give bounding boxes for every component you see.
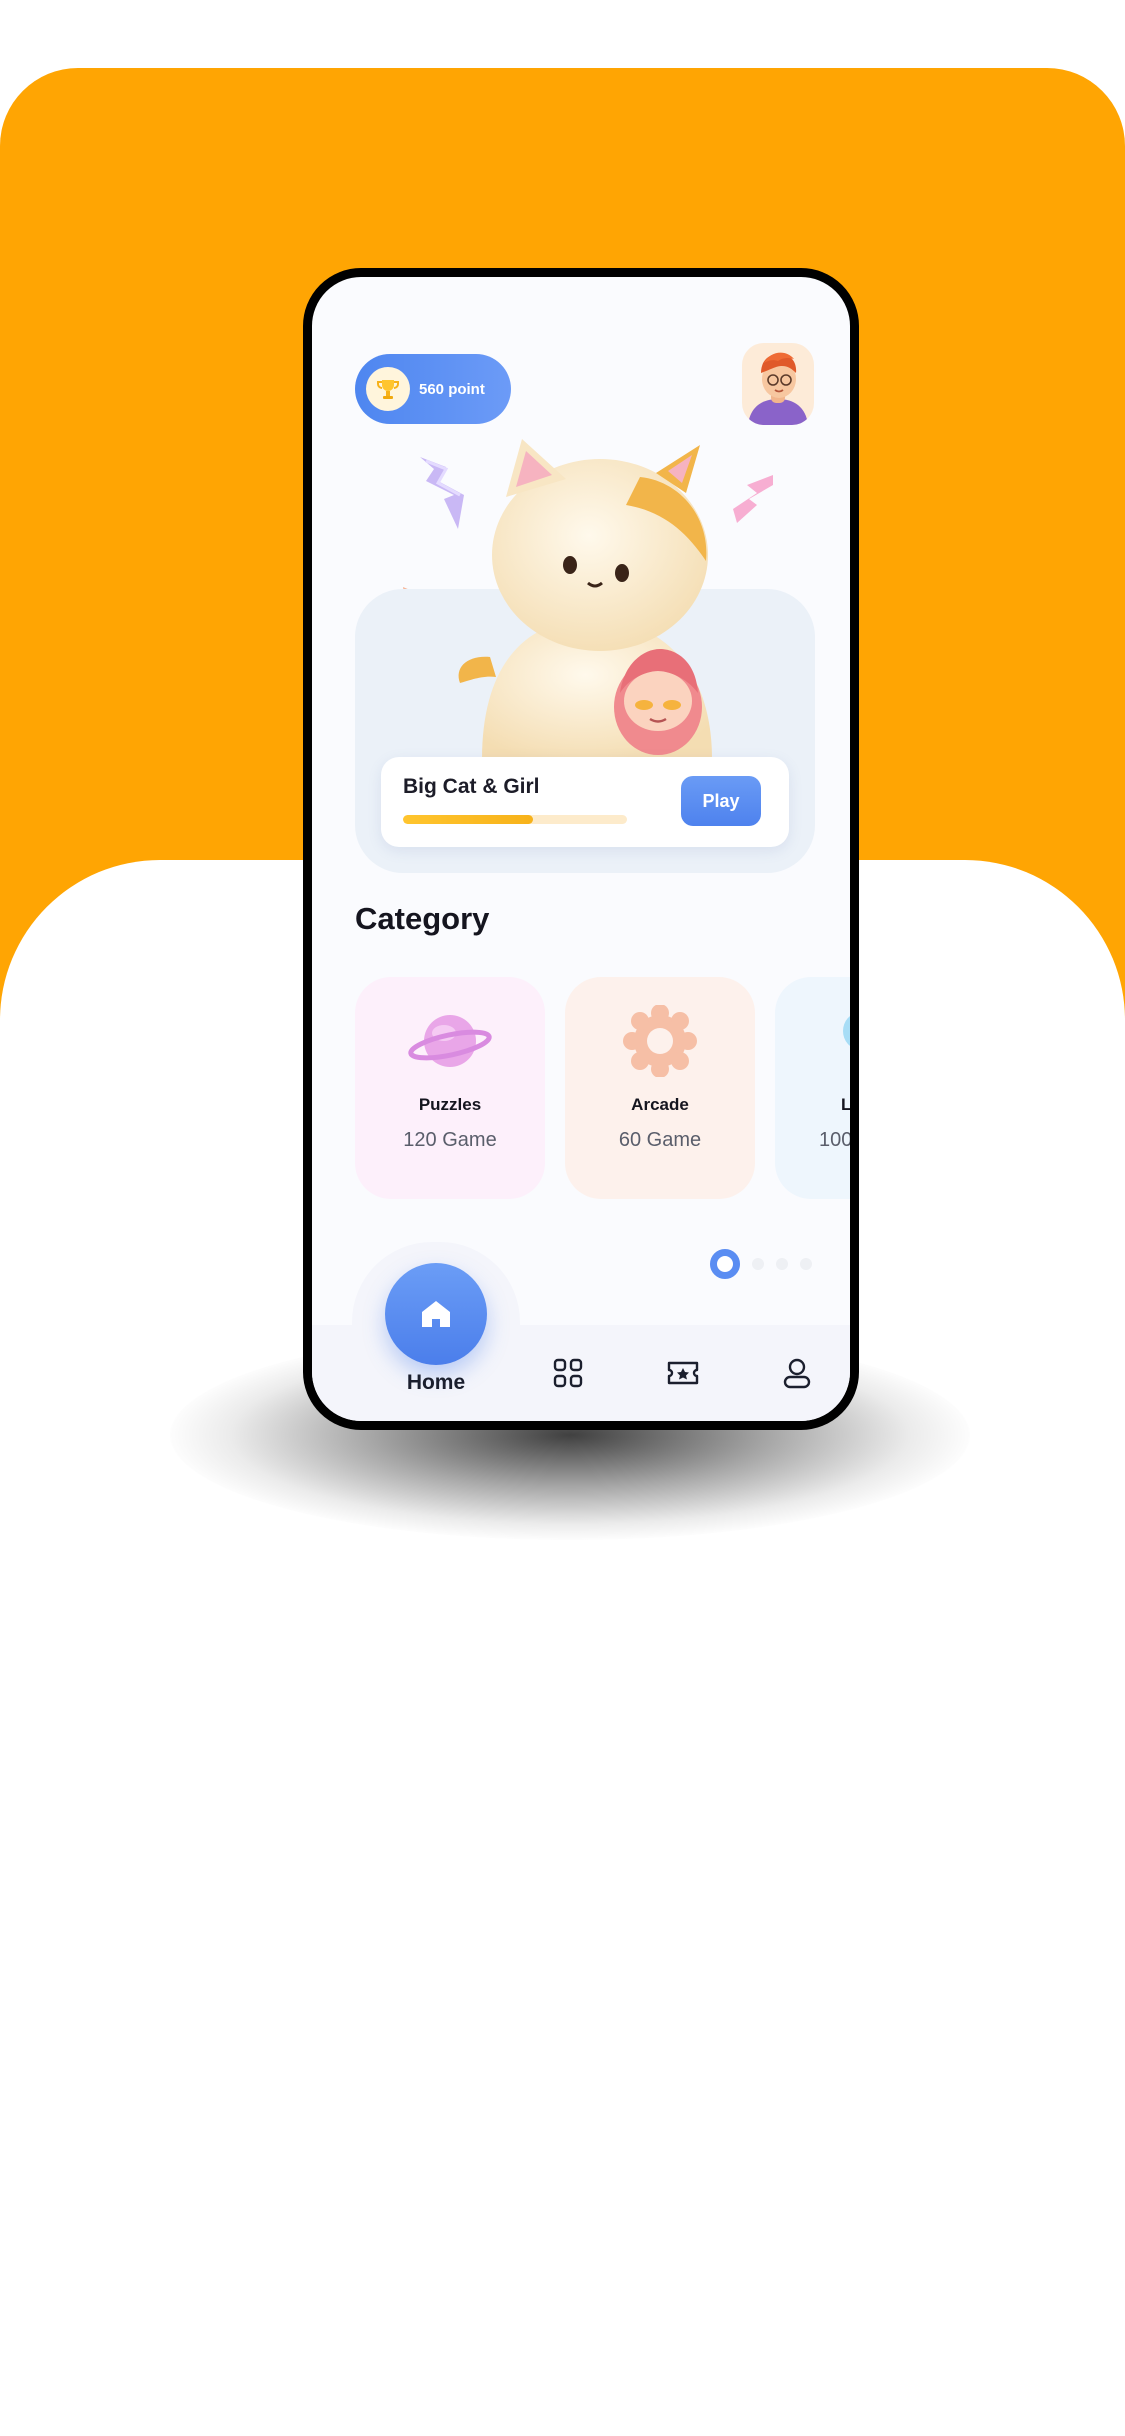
trophy-icon: [366, 367, 410, 411]
category-name: Arcade: [631, 1095, 689, 1114]
category-card-puzzles[interactable]: Puzzles 120 Game: [355, 977, 545, 1199]
category-count: 60 Game: [618, 1129, 702, 1151]
home-icon: [422, 1301, 450, 1327]
points-badge[interactable]: 560 point: [355, 354, 511, 424]
pagination-dot[interactable]: [752, 1258, 764, 1270]
cloud-icon: [843, 1016, 850, 1046]
category-name: L: [841, 1095, 852, 1114]
ticket-icon[interactable]: [663, 1353, 703, 1393]
game-progress-bar: [403, 815, 627, 824]
home-button[interactable]: [385, 1263, 487, 1365]
profile-icon[interactable]: [777, 1353, 817, 1393]
category-card-partial[interactable]: L 100: [775, 977, 853, 1199]
pagination-dot[interactable]: [800, 1258, 812, 1270]
user-avatar[interactable]: [742, 343, 814, 425]
home-label: Home: [406, 1371, 466, 1394]
cat-girl-illustration: [458, 439, 712, 759]
play-button[interactable]: Play: [681, 776, 761, 826]
category-card-arcade[interactable]: Arcade 60 Game: [565, 977, 755, 1199]
featured-game-panel: Big Cat & Girl Play: [381, 757, 789, 847]
app-screen: 560 point Big Cat & Girl Play Category P…: [312, 277, 850, 1421]
category-name: Puzzles: [418, 1095, 482, 1114]
points-label: 560 point: [419, 380, 485, 398]
category-count: 100: [819, 1129, 853, 1151]
pagination-dots: [710, 1249, 812, 1279]
pagination-dot-active[interactable]: [710, 1249, 740, 1279]
planet-icon: [408, 1015, 492, 1067]
category-count: 120 Game: [403, 1129, 497, 1151]
grid-icon[interactable]: [548, 1353, 588, 1393]
gear-icon: [623, 1005, 697, 1077]
category-title: Category: [355, 901, 490, 936]
phone-frame: 560 point Big Cat & Girl Play Category P…: [303, 268, 859, 1430]
game-title: Big Cat & Girl: [403, 775, 540, 798]
game-progress-fill: [403, 815, 533, 824]
pagination-dot[interactable]: [776, 1258, 788, 1270]
